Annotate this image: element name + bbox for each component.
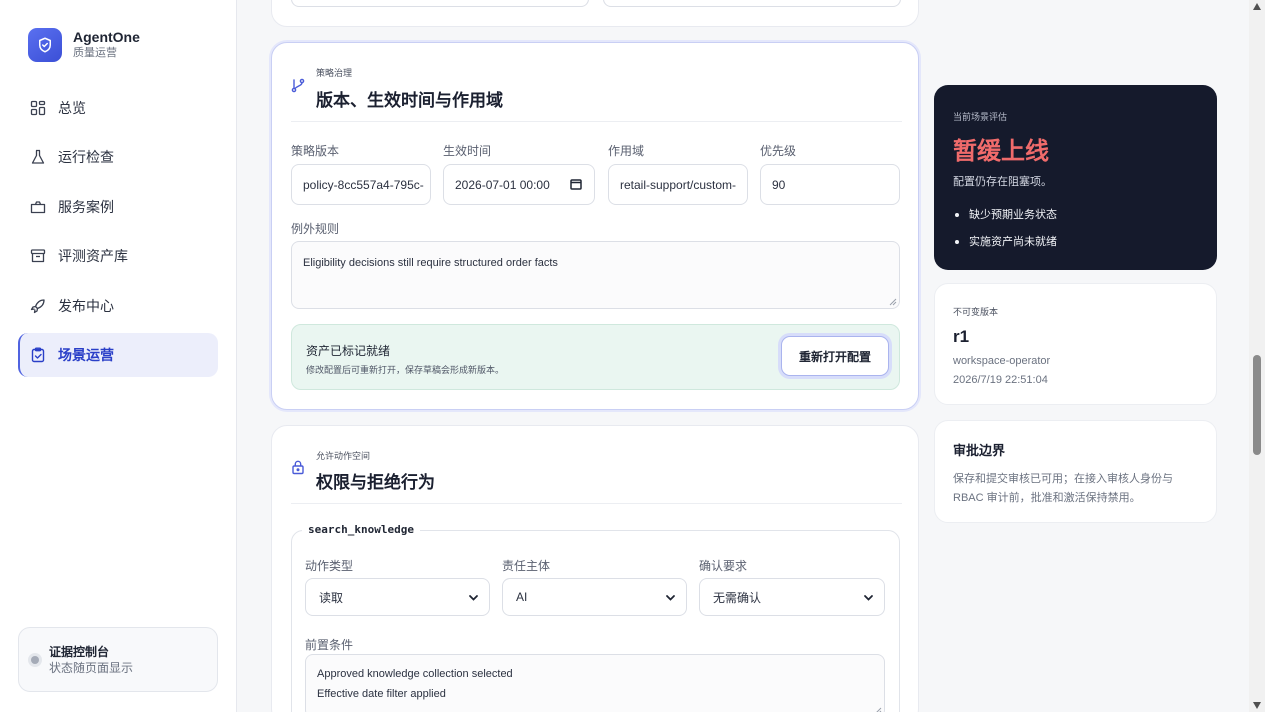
- action-type-select[interactable]: 读取: [305, 578, 490, 616]
- sidebar-item-label: 服务案例: [58, 198, 114, 215]
- section-title: 版本、生效时间与作用域: [316, 91, 503, 110]
- sidebar-item-run-check[interactable]: 运行检查: [18, 135, 218, 179]
- shield-check-icon: [28, 28, 62, 62]
- section-eyebrow: 允许动作空间: [316, 451, 371, 461]
- precondition-line: Effective date filter applied: [317, 688, 446, 700]
- confirmation-select[interactable]: 无需确认: [699, 578, 885, 616]
- precondition-textarea[interactable]: Approved knowledge collection selected E…: [305, 654, 885, 712]
- approval-title: 审批边界: [953, 443, 1006, 458]
- immutable-version-card: 不可变版本 r1 workspace-operator 2026/7/19 22…: [934, 283, 1217, 405]
- bullet-icon: [955, 213, 959, 218]
- evidence-console[interactable]: 证据控制台 状态随页面显示: [18, 627, 218, 692]
- scope-input[interactable]: retail-support/custom-: [608, 164, 748, 205]
- evaluation-summary: 配置仍存在阻塞项。: [953, 176, 1052, 188]
- brand-subtitle: 质量运营: [73, 47, 117, 59]
- sidebar-nav: 总览 运行检查 服务案例 评测资产库 发布中心 场景运营: [18, 86, 218, 382]
- sidebar-item-scenario-ops[interactable]: 场景运营: [18, 332, 218, 377]
- priority-input[interactable]: 90: [760, 164, 900, 205]
- priority-label: 优先级: [760, 144, 797, 158]
- confirmation-label: 确认要求: [699, 559, 748, 573]
- action-name: search_knowledge: [302, 523, 420, 536]
- sidebar-item-label: 发布中心: [58, 297, 114, 314]
- bullet-icon: [955, 240, 959, 245]
- blocker-item: 实施资产尚未就绪: [955, 233, 1057, 249]
- policy-version-label: 策略版本: [291, 144, 340, 158]
- precondition-label: 前置条件: [305, 638, 354, 652]
- git-branch-icon: [290, 77, 306, 98]
- sidebar-item-label: 总览: [58, 100, 86, 116]
- owner-label: 责任主体: [502, 559, 551, 573]
- effective-time-input[interactable]: 2026-07-01 00:00: [443, 164, 595, 205]
- calendar-icon[interactable]: [570, 178, 582, 193]
- lock-icon: [290, 459, 306, 480]
- flask-icon: [30, 149, 46, 165]
- exceptions-label: 例外规则: [291, 222, 340, 236]
- effective-time-label: 生效时间: [443, 144, 492, 158]
- resize-handle-icon[interactable]: [874, 707, 882, 712]
- chevron-down-icon: [666, 595, 675, 601]
- policy-governance-card: 策略治理 版本、生效时间与作用域 策略版本 policy-8cc557a4-79…: [271, 42, 919, 410]
- sidebar-item-label: 评测资产库: [58, 248, 128, 265]
- section-eyebrow: 策略治理: [316, 68, 353, 78]
- approval-boundary-card: 审批边界 保存和提交审核已可用；在接入审核人身份与 RBAC 审计前，批准和激活…: [934, 420, 1217, 523]
- banner-subtitle: 修改配置后可重新打开，保存草稿会形成新版本。: [306, 365, 505, 375]
- chevron-down-icon: [469, 595, 478, 601]
- permissions-card: 允许动作空间 权限与拒绝行为 search_knowledge 动作类型 读取 …: [271, 425, 919, 712]
- previous-card: [271, 0, 919, 27]
- status-dot: [31, 655, 39, 664]
- evidence-subtitle: 状态随页面显示: [49, 660, 134, 675]
- scenario-evaluation-card: 当前场景评估 暂缓上线 配置仍存在阻塞项。 缺少预期业务状态 实施资产尚未就绪: [934, 85, 1217, 270]
- version-author: workspace-operator: [953, 355, 1051, 367]
- sidebar-item-label: 场景运营: [58, 346, 114, 363]
- divider: [291, 503, 902, 504]
- evaluation-eyebrow: 当前场景评估: [953, 112, 1008, 122]
- scrollbar-thumb[interactable]: [1253, 355, 1261, 455]
- sidebar: AgentOne 质量运营 总览 运行检查 服务案例 评测资产库 发布中心 场景…: [0, 0, 237, 712]
- reopen-config-button[interactable]: 重新打开配置: [781, 336, 889, 376]
- scroll-down-icon[interactable]: [1253, 702, 1261, 709]
- scope-label: 作用域: [608, 144, 645, 158]
- blocker-item: 缺少预期业务状态: [955, 206, 1057, 222]
- precondition-line: Approved knowledge collection selected: [317, 668, 513, 680]
- scrollbar[interactable]: [1249, 0, 1265, 712]
- sidebar-item-release-center[interactable]: 发布中心: [18, 284, 218, 328]
- version-eyebrow: 不可变版本: [953, 307, 999, 317]
- previous-input[interactable]: [291, 0, 589, 7]
- sidebar-item-overview[interactable]: 总览: [18, 86, 218, 130]
- confirmation-value: 无需确认: [713, 590, 762, 605]
- exceptions-text: Eligibility decisions still require stru…: [303, 257, 558, 269]
- chevron-down-icon: [864, 595, 873, 601]
- evaluation-verdict: 暂缓上线: [953, 138, 1049, 165]
- resize-handle-icon[interactable]: [889, 298, 897, 306]
- brand-name: AgentOne: [73, 29, 140, 45]
- ready-banner: 资产已标记就绪 修改配置后可重新打开，保存草稿会形成新版本。 重新打开配置: [291, 324, 900, 390]
- banner-title: 资产已标记就绪: [306, 344, 391, 358]
- divider: [291, 121, 902, 122]
- dashboard-icon: [30, 100, 46, 116]
- action-type-value: 读取: [319, 590, 344, 605]
- scroll-up-icon[interactable]: [1253, 3, 1261, 10]
- evidence-title: 证据控制台: [49, 644, 110, 659]
- owner-select[interactable]: AI: [502, 578, 687, 616]
- sidebar-item-service-cases[interactable]: 服务案例: [18, 185, 218, 229]
- clipboard-check-icon: [30, 347, 46, 363]
- rocket-icon: [30, 298, 46, 314]
- briefcase-icon: [30, 199, 46, 215]
- version-revision: r1: [953, 327, 970, 346]
- previous-textarea[interactable]: [603, 0, 901, 7]
- effective-time-value: 2026-07-01 00:00: [455, 177, 550, 192]
- sidebar-item-asset-library[interactable]: 评测资产库: [18, 234, 218, 278]
- exceptions-textarea[interactable]: Eligibility decisions still require stru…: [291, 241, 900, 309]
- sidebar-item-label: 运行检查: [58, 149, 114, 166]
- action-fieldset: search_knowledge 动作类型 读取 责任主体 AI 确认要求 无需…: [291, 523, 900, 712]
- policy-version-input[interactable]: policy-8cc557a4-795c-: [291, 164, 431, 205]
- brand[interactable]: AgentOne 质量运营: [28, 28, 140, 62]
- owner-value: AI: [516, 590, 528, 604]
- archive-icon: [30, 248, 46, 264]
- version-timestamp: 2026/7/19 22:51:04: [953, 374, 1048, 386]
- action-type-label: 动作类型: [305, 559, 354, 573]
- approval-body: 保存和提交审核已可用；在接入审核人身份与 RBAC 审计前，批准和激活保持禁用。: [953, 473, 1173, 504]
- section-title: 权限与拒绝行为: [316, 473, 435, 492]
